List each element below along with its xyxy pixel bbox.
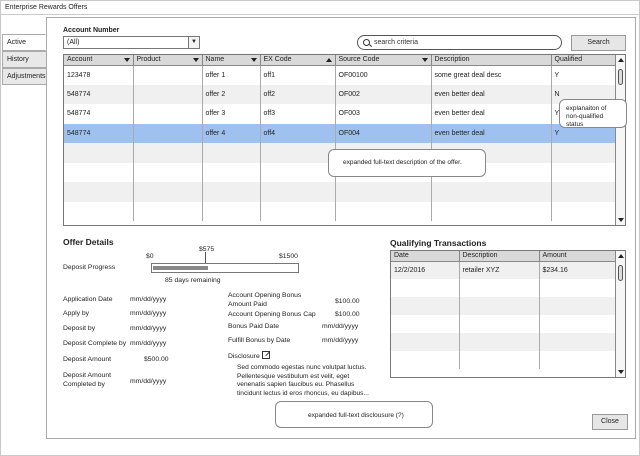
disclosure-callout: expanded full-text disclousure (?): [275, 401, 433, 428]
scroll-up-icon[interactable]: [618, 58, 624, 62]
qualifying-transactions-title: Qualifying Transactions: [390, 238, 487, 248]
field-value-bonus-amount-paid: $100.00: [335, 298, 360, 305]
table-row[interactable]: 548774 offer 2 off2 OF002 even better deal N: [64, 84, 617, 104]
col-header-name[interactable]: Name: [202, 55, 261, 66]
field-value-fulfill-bonus-by: mm/dd/yyyy: [322, 337, 359, 344]
qualifying-transactions-table: Date Description Amount 12/2/2016 retail…: [390, 250, 626, 378]
col-header-description[interactable]: Description: [431, 55, 552, 66]
field-label-deposit-amount-completed-by: Deposit Amount Completed by: [63, 372, 111, 388]
field-value-application-date: mm/dd/yyyy: [130, 296, 167, 303]
window-title: Enterprise Rewards Offers: [1, 1, 639, 15]
progress-max-label: $1500: [279, 253, 298, 260]
field-label-bonus-paid-date: Bonus Paid Date: [228, 323, 280, 330]
account-number-value: (All): [67, 39, 80, 46]
progress-current-label: $575: [199, 246, 215, 253]
col-header-account[interactable]: Account: [64, 55, 134, 66]
table-row[interactable]: 548774 offer 3 off3 OF003 even better deal Y: [64, 104, 617, 124]
field-label-fulfill-bonus-by: Fulfill Bonus by Date: [228, 337, 291, 344]
scroll-thumb[interactable]: [618, 69, 623, 85]
sort-desc-icon: [192, 58, 199, 62]
field-label-deposit-complete-by: Deposit Complete by: [63, 340, 127, 347]
table-row-selected[interactable]: 548774 offer 4 off4 OF004 even better deal Y: [64, 123, 617, 143]
account-number-select[interactable]: (All) ▼: [63, 36, 200, 49]
tab-history[interactable]: History: [2, 51, 46, 68]
sort-asc-icon: [325, 58, 332, 62]
field-label-deposit-by: Deposit by: [63, 325, 96, 332]
table-row[interactable]: 12/2/2016 retailer XYZ $234.16: [391, 261, 618, 279]
description-callout: expanded full-text description of the of…: [328, 149, 486, 177]
progress-marker: [205, 252, 206, 263]
external-link-icon[interactable]: [262, 351, 270, 359]
table-row-empty: [64, 182, 617, 202]
col-header-ex-code[interactable]: EX Code: [260, 55, 336, 66]
table-row-empty: [391, 297, 618, 315]
field-value-deposit-amount: $500.00: [144, 356, 169, 363]
field-label-bonus-cap: Account Opening Bonus Cap: [228, 311, 316, 318]
col-header-description[interactable]: Description: [459, 251, 540, 262]
tab-active[interactable]: Active: [2, 34, 46, 51]
scroll-down-icon[interactable]: [618, 370, 624, 374]
progress-min-label: $0: [146, 253, 154, 260]
close-button[interactable]: Close: [592, 414, 628, 430]
table-row-empty: [64, 201, 617, 221]
table-header-row: Account Product Name EX Code Source Code…: [64, 55, 617, 66]
col-header-date[interactable]: Date: [391, 251, 460, 262]
field-value-bonus-cap: $100.00: [335, 311, 360, 318]
field-value-apply-by: mm/dd/yyyy: [130, 310, 167, 317]
table-row-empty: [391, 315, 618, 333]
offer-details-title: Offer Details: [63, 237, 114, 247]
scroll-thumb[interactable]: [618, 265, 623, 281]
deposit-progress-bar: [151, 263, 299, 273]
search-icon: [363, 39, 370, 46]
scroll-up-icon[interactable]: [618, 254, 624, 258]
table-row-empty: [391, 333, 618, 351]
sort-desc-icon: [250, 58, 257, 62]
field-value-bonus-paid-date: mm/dd/yyyy: [322, 323, 359, 330]
table-row[interactable]: 123478 offer 1 off1 OF00100 some great deal …: [64, 65, 617, 85]
table-header-row: Date Description Amount: [391, 251, 618, 262]
sort-desc-icon: [123, 58, 130, 62]
table-row-empty: [391, 351, 618, 369]
field-label-application-date: Application Date: [63, 296, 113, 303]
chevron-down-icon[interactable]: ▼: [188, 37, 199, 48]
search-button[interactable]: Search: [571, 35, 626, 51]
field-label-deposit-amount: Deposit Amount: [63, 356, 111, 363]
search-placeholder: search criteria: [374, 39, 418, 46]
scroll-down-icon[interactable]: [618, 218, 624, 222]
sort-desc-icon: [421, 58, 428, 62]
offers-scrollbar[interactable]: [615, 55, 625, 225]
field-label-apply-by: Apply by: [63, 310, 90, 317]
col-header-product[interactable]: Product: [133, 55, 203, 66]
deposit-progress-label: Deposit Progress: [63, 264, 116, 271]
search-input[interactable]: search criteria: [357, 35, 562, 50]
col-header-qualified[interactable]: Qualified: [551, 55, 617, 66]
col-header-source-code[interactable]: Source Code: [335, 55, 432, 66]
qualified-status-callout: explanaiton of non-qualified status: [559, 99, 627, 128]
transactions-scrollbar[interactable]: [615, 251, 625, 377]
disclosure-text: Sed commodo egestas nunc volutpat luctus…: [237, 364, 369, 397]
field-value-deposit-complete-by: mm/dd/yyyy: [130, 340, 167, 347]
offers-table: Account Product Name EX Code Source Code…: [63, 54, 626, 226]
account-number-label: Account Number: [63, 27, 120, 34]
deposit-progress-fill: [153, 266, 208, 270]
days-remaining: 85 days remaining: [165, 277, 221, 284]
field-value-deposit-by: mm/dd/yyyy: [130, 325, 167, 332]
tab-adjustments[interactable]: Adjustments: [2, 68, 46, 85]
col-header-amount[interactable]: Amount: [539, 251, 618, 262]
table-row-empty: [391, 279, 618, 297]
field-label-bonus-amount-paid: Account Opening Bonus Amount Paid: [228, 292, 302, 308]
disclosure-label: Disclosure: [228, 353, 260, 360]
field-value-deposit-amount-completed-by: mm/dd/yyyy: [130, 378, 167, 385]
